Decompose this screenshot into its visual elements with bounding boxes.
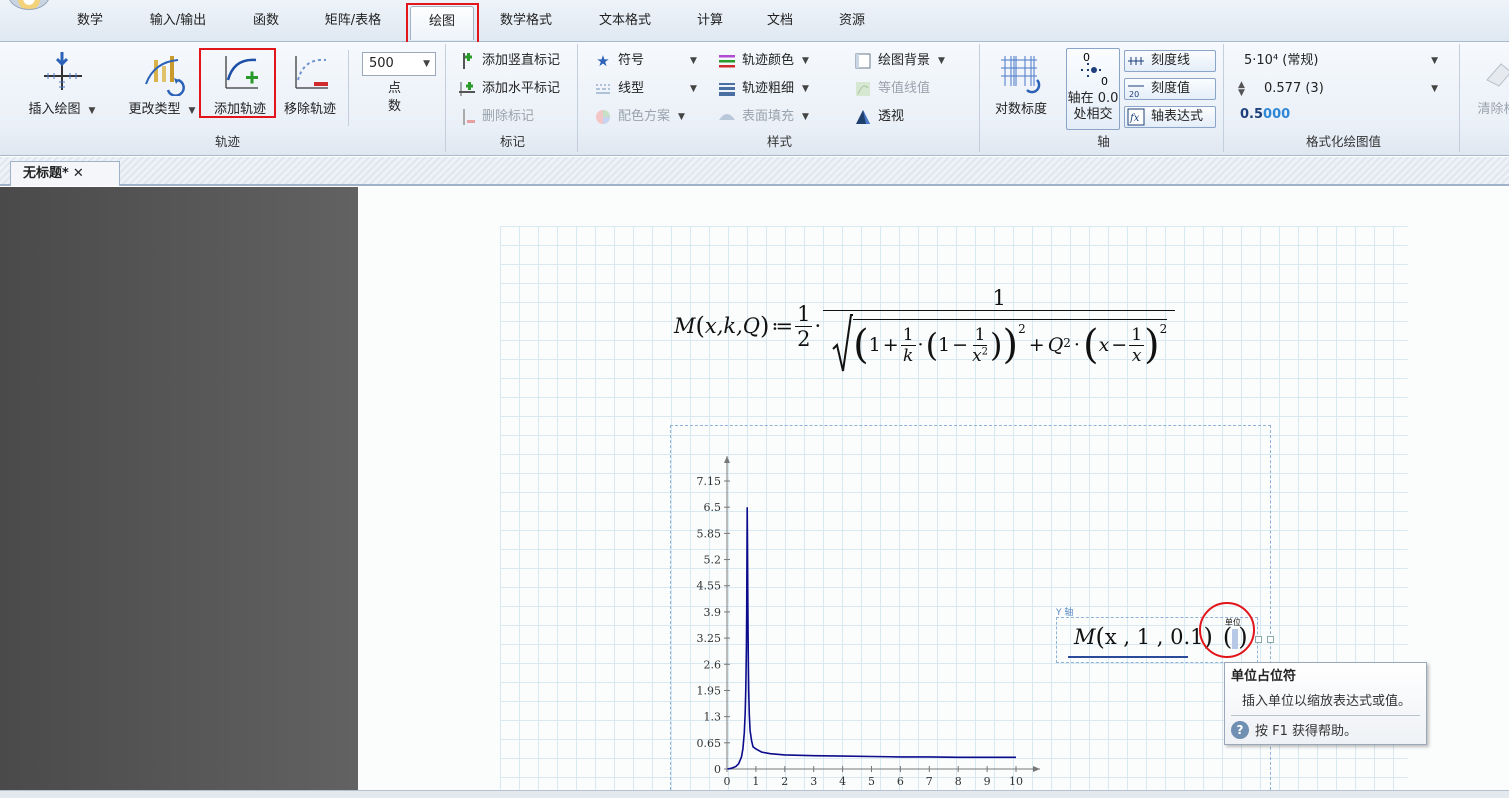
y-trace-legend-line: [1068, 656, 1188, 658]
y-tick-label: 0.65: [697, 737, 722, 750]
y-axis-arrow-icon: [724, 456, 730, 463]
x-tick-label: 7: [926, 775, 933, 788]
y-expr-function-name: M: [1074, 625, 1096, 649]
y-tick-label: 7.15: [697, 475, 722, 488]
y-tick-label: 5.2: [704, 554, 722, 567]
x-tick-label: 3: [810, 775, 817, 788]
x-tick-label: 1: [752, 775, 759, 788]
x-tick-label: 4: [839, 775, 846, 788]
y-tick-label: 3.9: [704, 606, 722, 619]
y-tick-label: 2.6: [704, 658, 722, 671]
x-tick-label: 8: [955, 775, 962, 788]
y-tick-label: 6.5: [704, 501, 722, 514]
series-line: [727, 507, 1016, 770]
y-tick-label: 1.95: [697, 684, 722, 697]
y-expr-paren-open: (: [1095, 623, 1105, 651]
y-tick-label: 5.85: [697, 527, 722, 540]
x-tick-label: 10: [1009, 775, 1023, 788]
unit-placeholder-tooltip: 单位占位符 插入单位以缩放表达式或值。 ? 按 F1 获得帮助。: [1224, 662, 1427, 745]
tooltip-title: 单位占位符: [1231, 669, 1297, 684]
y-expr-arguments: x , 1 , 0.1: [1104, 625, 1204, 649]
x-tick-label: 9: [984, 775, 991, 788]
help-icon: ?: [1231, 720, 1249, 739]
horizontal-scrollbar[interactable]: [0, 790, 1509, 798]
tooltip-body: 插入单位以缩放表达式或值。: [1242, 694, 1412, 709]
x-tick-label: 2: [781, 775, 788, 788]
x-tick-label: 6: [897, 775, 904, 788]
x-axis-arrow-icon: [1033, 766, 1040, 772]
tooltip-help-row: ? 按 F1 获得帮助。: [1225, 716, 1426, 739]
tooltip-help-text: 按 F1 获得帮助。: [1255, 724, 1358, 739]
x-tick-label: 5: [868, 775, 875, 788]
x-tick-label: 0: [724, 775, 731, 788]
highlight-unit-placeholder: [1199, 602, 1255, 658]
resize-handle[interactable]: [1267, 636, 1274, 643]
y-tick-label: 1.3: [704, 711, 722, 724]
y-tick-label: 3.25: [697, 632, 722, 645]
y-tick-label: 4.55: [697, 580, 722, 593]
y-tick-label: 0: [714, 763, 721, 776]
resize-handle[interactable]: [1255, 636, 1262, 643]
